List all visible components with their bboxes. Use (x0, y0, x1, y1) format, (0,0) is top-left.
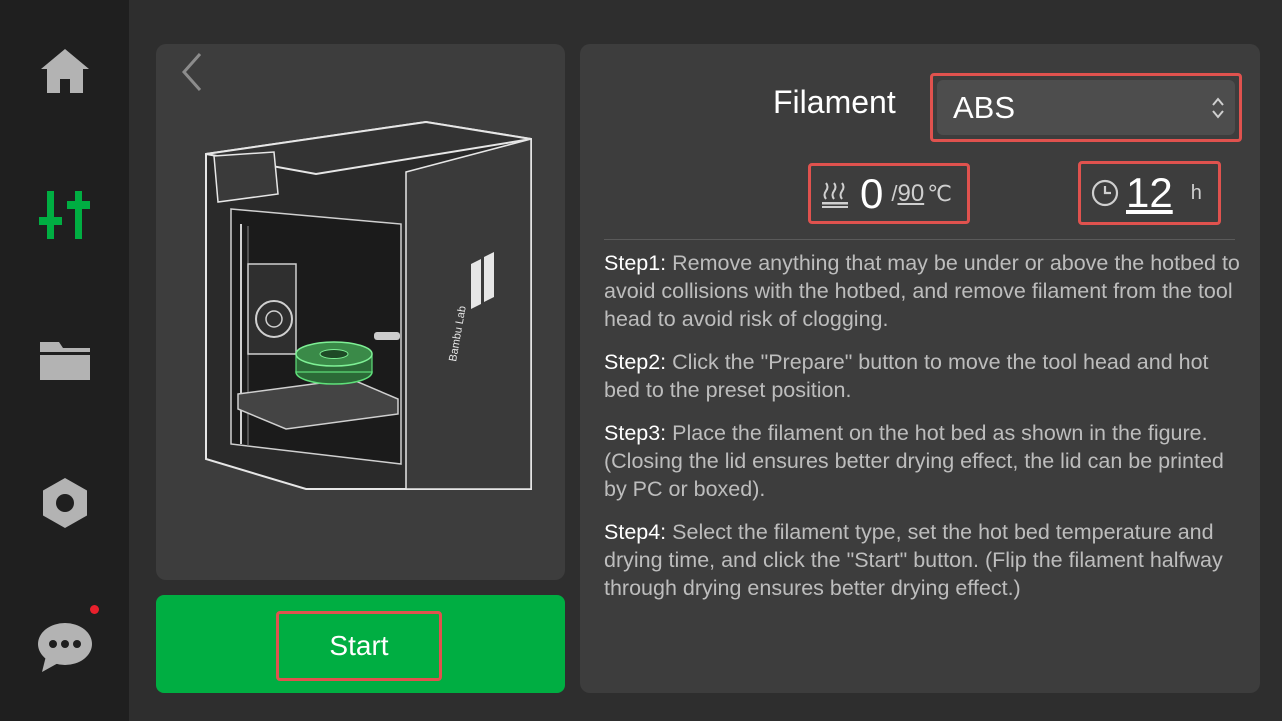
sidebar-item-controls[interactable] (25, 180, 105, 250)
step-3: Step3: Place the filament on the hot bed… (604, 421, 1224, 501)
temperature-unit: ℃ (927, 180, 952, 206)
up-down-chevron-icon (1212, 96, 1224, 119)
sidebar-item-files[interactable] (25, 325, 105, 395)
instruction-steps: Step1: Remove anything that may be under… (604, 249, 1244, 617)
drying-settings-panel: Filament ABS 0 / 90 ℃ 12 h Step1: Remove… (580, 44, 1260, 693)
folder-icon (40, 342, 90, 380)
illustration-panel: Bambu Lab (156, 44, 565, 580)
notification-dot (90, 605, 99, 614)
start-button[interactable]: Start (276, 611, 442, 681)
filament-select[interactable]: ABS (930, 73, 1242, 142)
sidebar-item-settings[interactable] (25, 468, 105, 538)
sidebar (0, 0, 129, 721)
filament-value: ABS (953, 89, 1016, 125)
drying-time-value[interactable]: 12 (1126, 172, 1173, 214)
drying-time-unit: h (1190, 181, 1202, 204)
back-button[interactable] (176, 48, 216, 96)
sidebar-item-messages[interactable] (25, 612, 105, 682)
sidebar-item-home[interactable] (25, 36, 105, 106)
filament-label: Filament (773, 84, 896, 120)
step-2: Step2: Click the "Prepare" button to mov… (604, 350, 1209, 402)
hotbed-temperature-control[interactable]: 0 / 90 ℃ (808, 163, 970, 224)
target-temperature[interactable]: 90 (897, 180, 924, 208)
home-icon (41, 49, 89, 93)
divider (604, 239, 1235, 240)
step-1: Step1: Remove anything that may be under… (604, 251, 1240, 331)
step-4: Step4: Select the filament type, set the… (604, 520, 1223, 600)
printer-illustration: Bambu Lab (205, 120, 532, 490)
chat-bubble-icon (38, 623, 92, 672)
sliders-icon (39, 191, 90, 239)
heated-bed-icon (822, 181, 848, 208)
drying-time-control[interactable]: 12 h (1078, 161, 1221, 225)
clock-icon (1091, 179, 1119, 207)
current-temperature: 0 (860, 169, 884, 217)
chevron-left-icon (181, 53, 202, 91)
start-area: Start (156, 595, 565, 693)
hex-nut-settings-icon (43, 478, 87, 528)
